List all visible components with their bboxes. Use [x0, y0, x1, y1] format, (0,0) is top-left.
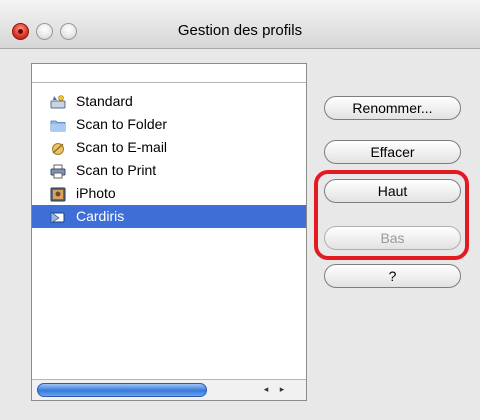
list-header: [32, 64, 306, 83]
iphoto-icon: [50, 186, 66, 202]
scroll-left-arrow-icon[interactable]: ◂: [259, 381, 273, 397]
title-bar: Gestion des profils: [0, 0, 480, 49]
list-item-standard[interactable]: Standard: [32, 90, 306, 113]
scroll-right-arrow-icon[interactable]: ▸: [275, 381, 289, 397]
list-item-scan-to-folder[interactable]: Scan to Folder: [32, 113, 306, 136]
list-item-label: Standard: [76, 93, 133, 109]
rename-button[interactable]: Renommer...: [324, 96, 461, 120]
scanner-wizard-icon: [50, 94, 66, 109]
profile-list[interactable]: Standard Scan to Folder Scan to E-mail S…: [31, 63, 307, 401]
folder-icon: [50, 117, 66, 132]
list-item-iphoto[interactable]: iPhoto: [32, 182, 306, 205]
list-item-label: Cardiris: [76, 208, 125, 224]
help-button[interactable]: ?: [324, 264, 461, 288]
list-item-scan-to-print[interactable]: Scan to Print: [32, 159, 306, 182]
scrollbar-thumb[interactable]: [37, 383, 207, 397]
list-item-label: iPhoto: [76, 185, 116, 201]
list-item-scan-to-email[interactable]: Scan to E-mail: [32, 136, 306, 159]
email-icon: [50, 140, 66, 155]
delete-button[interactable]: Effacer: [324, 140, 461, 164]
highlight-annotation: [314, 170, 469, 260]
list-item-cardiris[interactable]: Cardiris: [32, 205, 306, 228]
cardiris-icon: [50, 209, 66, 224]
list-item-label: Scan to E-mail: [76, 139, 168, 155]
window-title: Gestion des profils: [177, 22, 303, 39]
list-item-label: Scan to Print: [76, 162, 157, 178]
list-item-label: Scan to Folder: [76, 116, 168, 132]
horizontal-scrollbar[interactable]: ◂ ▸: [32, 379, 306, 400]
profile-manager-window: Gestion des profils Standard Scan to Fol…: [0, 0, 480, 420]
printer-icon: [50, 163, 66, 179]
